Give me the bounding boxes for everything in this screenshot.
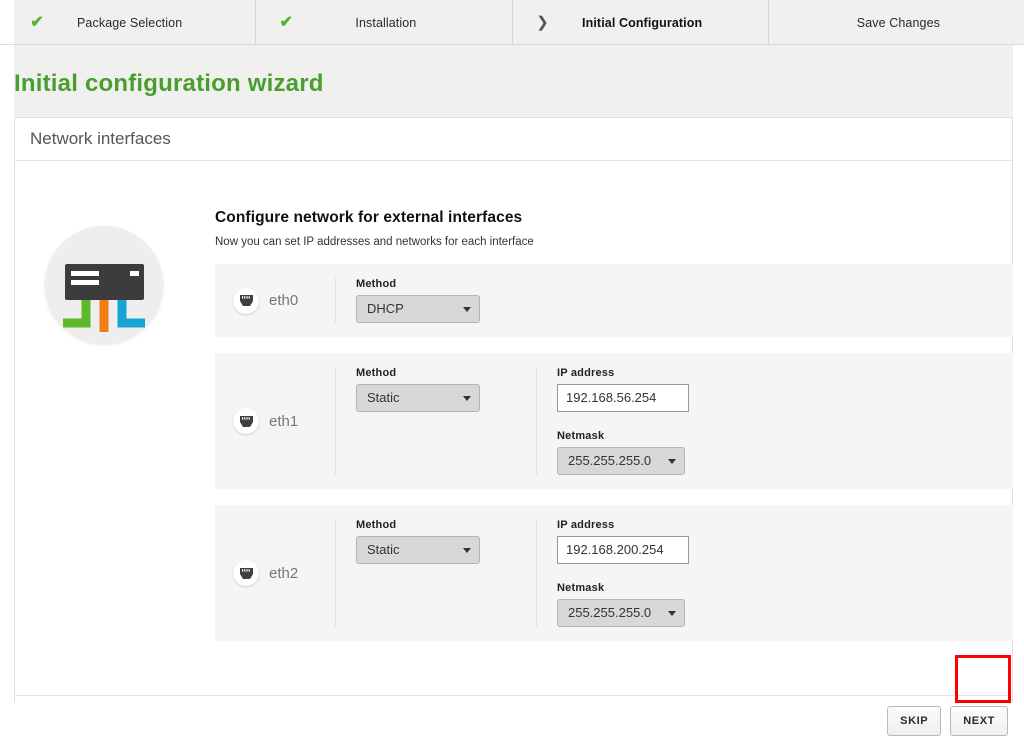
interface-name: eth1 [269, 413, 298, 430]
network-switch-icon [45, 226, 163, 344]
chevron-right-icon: ❯ [513, 15, 573, 30]
next-button[interactable]: NEXT [950, 706, 1008, 736]
check-icon: ✔ [256, 15, 316, 31]
interfaces-content: Configure network for external interface… [201, 209, 1012, 657]
method-field-group: Method DHCP [336, 278, 496, 323]
method-select[interactable]: DHCP [356, 295, 480, 323]
method-label: Method [356, 519, 496, 531]
wizard-steps-bar: ✔ Package Selection ✔ Installation ❯ Ini… [0, 0, 1024, 45]
ethernet-port-icon [233, 408, 259, 434]
page-title: Initial configuration wizard [14, 70, 324, 98]
interface-identity: eth1 [215, 367, 335, 475]
interface-row: eth2 Method Static IP address 192.168.20… [215, 505, 1024, 641]
panel-body: Configure network for external interface… [15, 161, 1012, 652]
method-select-value: Static [367, 390, 400, 405]
ip-address-label: IP address [557, 367, 736, 379]
interface-row: eth1 Method Static IP address 192.168.56… [215, 353, 1024, 489]
method-label: Method [356, 278, 496, 290]
interface-fields: Method DHCP [335, 278, 1024, 323]
wizard-step-label: Package Selection [60, 16, 255, 30]
method-field-group: Method Static [336, 519, 496, 627]
interface-identity: eth2 [215, 519, 335, 627]
ip-address-input[interactable]: 192.168.200.254 [557, 536, 689, 564]
chevron-down-icon [668, 459, 676, 464]
check-icon: ✔ [0, 15, 60, 31]
method-label: Method [356, 367, 496, 379]
panel-header: Network interfaces [15, 118, 1012, 161]
network-interfaces-panel: Network interfaces Configure network for… [14, 117, 1013, 702]
method-select-value: DHCP [367, 301, 404, 316]
ethernet-port-glyph [239, 567, 254, 580]
ip-address-input[interactable]: 192.168.56.254 [557, 384, 689, 412]
netmask-select-value: 255.255.255.0 [568, 453, 651, 468]
wizard-step-label: Save Changes [829, 16, 1024, 30]
wizard-step-label: Initial Configuration [573, 16, 768, 30]
content-heading: Configure network for external interface… [215, 209, 1012, 227]
network-switch-illustration [45, 226, 163, 344]
method-select[interactable]: Static [356, 384, 480, 412]
interface-row: eth0 Method DHCP [215, 264, 1024, 337]
ethernet-port-glyph [239, 294, 254, 307]
netmask-label: Netmask [557, 582, 736, 594]
interface-name: eth0 [269, 292, 298, 309]
content-subheading: Now you can set IP addresses and network… [215, 236, 1012, 248]
interface-fields: Method Static IP address 192.168.56.254 … [335, 367, 1024, 475]
wizard-step-initial-configuration[interactable]: ❯ Initial Configuration [512, 0, 768, 45]
address-field-group: IP address 192.168.200.254 Netmask 255.2… [536, 519, 736, 627]
skip-button[interactable]: SKIP [887, 706, 941, 736]
ethernet-port-icon [233, 288, 259, 314]
method-field-group: Method Static [336, 367, 496, 475]
wizard-step-save-changes[interactable]: Save Changes [768, 0, 1024, 45]
chevron-down-icon [668, 611, 676, 616]
chevron-down-icon [463, 307, 471, 312]
netmask-select[interactable]: 255.255.255.0 [557, 599, 685, 627]
interface-name: eth2 [269, 565, 298, 582]
panel-footer: SKIP NEXT [15, 695, 1012, 745]
method-select[interactable]: Static [356, 536, 480, 564]
address-field-group: IP address 192.168.56.254 Netmask 255.25… [536, 367, 736, 475]
ethernet-port-glyph [239, 415, 254, 428]
netmask-label: Netmask [557, 430, 736, 442]
wizard-step-installation[interactable]: ✔ Installation [255, 0, 511, 45]
panel-header-title: Network interfaces [30, 129, 171, 149]
chevron-down-icon [463, 396, 471, 401]
ip-address-label: IP address [557, 519, 736, 531]
wizard-step-package-selection[interactable]: ✔ Package Selection [0, 0, 255, 45]
interface-identity: eth0 [215, 278, 335, 323]
netmask-select-value: 255.255.255.0 [568, 605, 651, 620]
chevron-down-icon [463, 548, 471, 553]
page-right-margin [1013, 117, 1024, 702]
ethernet-port-icon [233, 560, 259, 586]
interface-fields: Method Static IP address 192.168.200.254… [335, 519, 1024, 627]
wizard-step-label: Installation [316, 16, 511, 30]
netmask-select[interactable]: 255.255.255.0 [557, 447, 685, 475]
method-select-value: Static [367, 542, 400, 557]
